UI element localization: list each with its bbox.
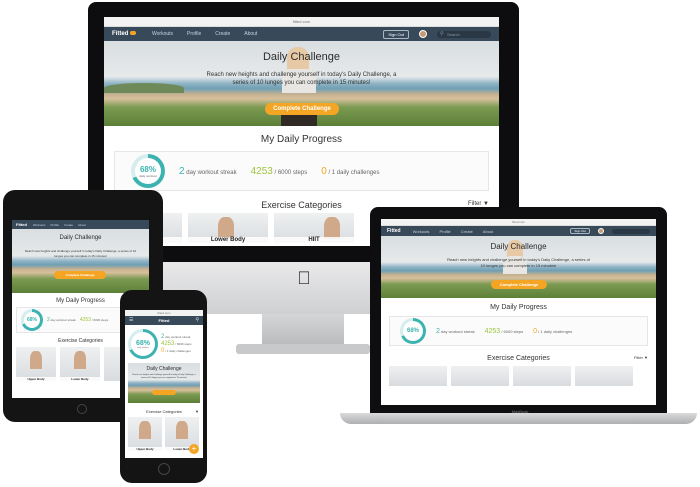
apple-logo-icon: 	[296, 269, 312, 287]
logo[interactable]: Fitted	[159, 318, 170, 323]
category-card-lower[interactable]: Lower Body	[60, 347, 100, 381]
progress-card: 68% daily workout 2 day workout streak 4…	[114, 151, 489, 191]
category-card[interactable]	[451, 366, 509, 386]
steps-stat: 4253 / 6000 steps	[250, 165, 308, 177]
hero-title: Daily Challenge	[146, 366, 182, 372]
filter-funnel-icon: ▼	[644, 355, 648, 360]
progress-ring: 68%	[21, 309, 43, 331]
logo[interactable]: Fitted	[112, 31, 137, 37]
categories-title: Exercise Categories	[146, 409, 182, 414]
progress-percent: 68%	[139, 164, 156, 174]
category-card-hiit[interactable]: HIIT	[274, 213, 354, 243]
hero-text: Reach new heights and challenge yourself…	[447, 257, 590, 268]
sign-out-button[interactable]: Sign Out	[383, 29, 409, 39]
top-nav: ☰ Fitted ⚲	[125, 316, 203, 325]
ring-caption: daily workout	[139, 173, 157, 178]
category-card-upper[interactable]: Upper Body	[16, 347, 56, 381]
avatar[interactable]	[419, 30, 427, 38]
category-card[interactable]	[513, 366, 571, 386]
hero-text: Reach new heights and challenge yourself…	[206, 72, 397, 86]
steps-stat: 4253 / 6000 steps	[79, 317, 109, 323]
search-icon[interactable]: ⚲	[195, 317, 199, 323]
laptop-base	[340, 413, 697, 424]
progress-ring: 68% daily workout	[131, 154, 165, 188]
hero-banner: Daily Challenge Reach new heights and ch…	[104, 41, 499, 126]
tablet-home-button[interactable]	[77, 404, 87, 414]
nav-link-create[interactable]: Create	[64, 223, 73, 227]
progress-ring: 68%	[400, 318, 426, 344]
laptop-brand: MacBook	[511, 409, 529, 414]
phone-home-button[interactable]	[158, 463, 170, 475]
fab-button[interactable]: +	[189, 444, 199, 454]
complete-challenge-button[interactable]: Complete Challenge	[54, 271, 106, 279]
hero-title: Daily Challenge	[262, 51, 341, 63]
url-text: fitted.com	[292, 19, 311, 24]
avatar[interactable]	[598, 228, 604, 234]
streak-stat: 2 day workout streak	[161, 333, 191, 340]
progress-ring: 68% daily workout	[128, 329, 158, 359]
imac-stand	[262, 314, 344, 346]
categories-title: Exercise Categories	[487, 355, 550, 362]
search-input[interactable]: ⚲ Search	[437, 30, 491, 38]
streak-stat: 2 day workout streak	[47, 317, 76, 323]
streak-stat: 2 day workout streak	[436, 327, 475, 335]
category-card[interactable]	[389, 366, 447, 386]
filter-button[interactable]: Filter ▼	[634, 355, 648, 360]
complete-challenge-button[interactable]: Complete Challenge	[491, 280, 547, 289]
progress-title: My Daily Progress	[260, 134, 343, 145]
browser-address-bar[interactable]: fitted.com	[381, 219, 656, 226]
logo[interactable]: Fitted	[16, 222, 27, 227]
challenges-stat: 0 / 1 daily challenges	[533, 327, 573, 335]
nav-link-workouts[interactable]: Workouts	[413, 229, 430, 234]
hero-title: Daily Challenge	[59, 235, 102, 241]
progress-card: 68% daily workout 2 day workout streak 4…	[125, 325, 203, 363]
complete-challenge-button[interactable]	[152, 390, 176, 395]
top-nav: Fitted Workouts Profile Create About Sig…	[104, 27, 499, 41]
nav-link-create[interactable]: Create	[461, 229, 473, 234]
nav-link-workouts[interactable]: Workouts	[152, 31, 173, 37]
complete-challenge-button[interactable]: Complete Challenge	[265, 103, 339, 115]
progress-title: My Daily Progress	[490, 304, 547, 311]
logo[interactable]: Fitted	[387, 228, 401, 234]
search-icon: ⚲	[440, 30, 444, 37]
phone-screen: fitted.com ☰ Fitted ⚲ 68% daily workout …	[125, 310, 203, 458]
browser-address-bar[interactable]: fitted.com	[104, 17, 499, 27]
category-row	[381, 366, 656, 386]
hero-banner: Daily Challenge Reach new heights and ch…	[381, 236, 656, 298]
category-card-lower[interactable]: Lower Body	[188, 213, 268, 243]
hero-text: Reach new heights and challenge yourself…	[132, 374, 196, 379]
challenges-stat: 0 / 1 daily challenges	[161, 347, 191, 354]
top-nav: Fitted Workouts Profile Create About	[12, 220, 149, 229]
imac-stand-base	[236, 344, 370, 354]
nav-link-about[interactable]: About	[483, 229, 493, 234]
category-card-upper[interactable]: Upper Body	[128, 417, 162, 451]
nav-link-create[interactable]: Create	[215, 31, 230, 37]
challenges-stat: 0 / 1 daily challenges	[321, 165, 380, 177]
top-nav: Fitted Workouts Profile Create About Sig…	[381, 226, 656, 236]
nav-link-profile[interactable]: Profile	[439, 229, 450, 234]
hero-title: Daily Challenge	[490, 242, 547, 251]
hero-banner: Daily Challenge Reach new heights and ch…	[12, 229, 149, 293]
laptop-screen: fitted.com Fitted Workouts Profile Creat…	[381, 219, 656, 405]
nav-link-about[interactable]: About	[78, 223, 86, 227]
nav-link-profile[interactable]: Profile	[187, 31, 201, 37]
nav-link-profile[interactable]: Profile	[51, 223, 60, 227]
hero-banner: Daily Challenge Reach new heights and ch…	[128, 363, 200, 403]
filter-funnel-icon[interactable]: ▼	[195, 409, 199, 414]
search-input[interactable]	[612, 228, 650, 234]
sign-out-button[interactable]: Sign Out	[570, 228, 590, 234]
nav-link-about[interactable]: About	[244, 31, 257, 37]
steps-stat: 4253 / 6000 steps	[161, 340, 192, 347]
steps-stat: 4253 / 6000 steps	[484, 327, 524, 335]
progress-card: 68% 2 day workout streak 4253 / 6000 ste…	[389, 316, 648, 346]
category-card[interactable]	[575, 366, 633, 386]
streak-stat: 2 day workout streak	[179, 165, 237, 177]
hero-text: Reach new heights and challenge yourself…	[24, 249, 137, 258]
nav-link-workouts[interactable]: Workouts	[33, 223, 46, 227]
menu-icon[interactable]: ☰	[129, 317, 133, 323]
